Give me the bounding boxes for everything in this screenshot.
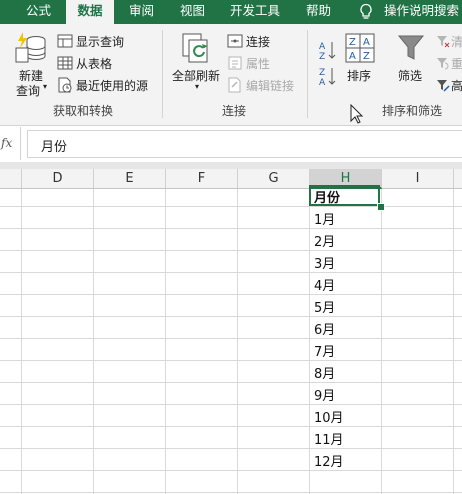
lightbulb-icon xyxy=(360,3,372,19)
group-separator xyxy=(307,30,308,118)
group-label-get-transform: 获取和转换 xyxy=(53,104,114,118)
tab-help[interactable]: 帮助 xyxy=(306,0,336,24)
refresh-all-icon xyxy=(182,33,208,63)
column-header-next[interactable] xyxy=(454,169,462,189)
cell-h-month[interactable]: 4月 xyxy=(314,275,335,294)
dropdown-arrow-icon[interactable]: ▾ xyxy=(43,82,47,91)
tab-data[interactable]: 数据 xyxy=(66,0,114,24)
tab-view[interactable]: 视图 xyxy=(180,0,210,24)
properties-button[interactable]: 属性 xyxy=(246,55,270,72)
recent-sources-icon xyxy=(58,77,72,93)
connections-button[interactable]: 连接 xyxy=(246,33,270,50)
group-separator xyxy=(162,30,163,118)
gridline xyxy=(0,206,462,207)
gridline xyxy=(0,228,462,229)
select-all-corner[interactable] xyxy=(0,169,22,189)
gridline xyxy=(0,382,462,383)
cell-h-month[interactable]: 10月 xyxy=(314,407,344,426)
advanced-filter-icon xyxy=(437,80,450,92)
cell-h-month[interactable]: 9月 xyxy=(314,385,335,404)
group-label-sort-filter: 排序和筛选 xyxy=(382,104,443,118)
properties-icon xyxy=(228,56,242,70)
gridline xyxy=(0,316,462,317)
ribbon: 新建 查询 ▾ 显示查询 从表格 最近使用的源 获取和转换 全部刷新 ▾ 连接 xyxy=(0,24,462,126)
cell-h-month[interactable]: 11月 xyxy=(314,429,344,448)
tell-me-search[interactable]: 操作说明搜索 xyxy=(384,0,462,24)
cell-h-month[interactable]: 8月 xyxy=(314,363,335,382)
cell-h-month[interactable]: 12月 xyxy=(314,451,344,470)
column-header-g[interactable]: G xyxy=(238,169,310,189)
reapply-button[interactable]: 重 xyxy=(451,55,462,72)
fill-handle[interactable] xyxy=(377,203,385,211)
table-icon xyxy=(57,56,73,70)
svg-text:Z: Z xyxy=(363,51,370,62)
gridline xyxy=(0,360,462,361)
tab-review[interactable]: 审阅 xyxy=(129,0,159,24)
column-header-f[interactable]: F xyxy=(166,169,238,189)
svg-text:A: A xyxy=(363,37,370,48)
advanced-button[interactable]: 高 xyxy=(451,77,462,94)
clear-filter-icon xyxy=(437,36,450,48)
cell-h-month[interactable]: 7月 xyxy=(314,341,335,360)
cell-h-month[interactable]: 3月 xyxy=(314,253,335,272)
recent-sources-button[interactable]: 最近使用的源 xyxy=(76,77,148,94)
new-query-label-2[interactable]: 查询 xyxy=(16,82,40,99)
svg-text:Z: Z xyxy=(349,37,356,48)
active-cell-border xyxy=(309,185,380,206)
clear-button[interactable]: 清 xyxy=(451,33,462,50)
sort-button[interactable]: 排序 xyxy=(347,67,371,84)
formula-value: 月份 xyxy=(41,140,68,155)
gridline xyxy=(0,470,462,471)
svg-text:A: A xyxy=(319,78,326,88)
svg-text:A: A xyxy=(319,42,326,52)
cell-h-month[interactable]: 1月 xyxy=(314,209,335,228)
column-header-e[interactable]: E xyxy=(94,169,166,189)
from-table-button[interactable]: 从表格 xyxy=(76,55,112,72)
column-header-d[interactable]: D xyxy=(22,169,94,189)
cell-h-month[interactable]: 6月 xyxy=(314,319,335,338)
sort-icon: Z A A Z xyxy=(345,33,375,63)
insert-function-icon[interactable]: fx xyxy=(0,127,21,160)
cell-h-month[interactable]: 5月 xyxy=(314,297,335,316)
gridline xyxy=(0,294,462,295)
gridline xyxy=(0,448,462,449)
filter-icon xyxy=(397,35,425,60)
connections-icon xyxy=(227,34,243,48)
reapply-icon xyxy=(437,58,449,70)
column-header-i[interactable]: I xyxy=(382,169,454,189)
edit-links-button[interactable]: 编辑链接 xyxy=(246,77,294,94)
formula-input[interactable]: 月份 xyxy=(27,130,462,158)
mouse-cursor-icon xyxy=(350,104,364,124)
svg-text:A: A xyxy=(349,51,356,62)
gridline xyxy=(0,492,462,493)
sort-ascending-descending-icon[interactable]: A Z Z A xyxy=(318,38,338,88)
filter-button[interactable]: 筛选 xyxy=(398,67,422,84)
group-label-connections: 连接 xyxy=(222,104,247,118)
gridline xyxy=(0,272,462,273)
formula-bar-divider xyxy=(0,162,462,169)
svg-text:Z: Z xyxy=(319,52,325,62)
gridline xyxy=(0,338,462,339)
svg-text:Z: Z xyxy=(319,68,325,78)
tab-formulas[interactable]: 公式 xyxy=(26,0,56,24)
edit-links-icon xyxy=(228,77,241,93)
gridline xyxy=(0,250,462,251)
show-queries-button[interactable]: 显示查询 xyxy=(76,33,124,50)
show-queries-icon xyxy=(57,34,73,48)
refresh-dropdown-icon[interactable]: ▾ xyxy=(195,82,199,91)
cell-h-month[interactable]: 2月 xyxy=(314,231,335,250)
ribbon-tab-bar: 公式 数据 审阅 视图 开发工具 帮助 操作说明搜索 xyxy=(0,0,462,24)
gridline xyxy=(0,426,462,427)
tab-developer[interactable]: 开发工具 xyxy=(230,0,286,24)
new-query-icon xyxy=(15,32,46,63)
gridline xyxy=(0,404,462,405)
